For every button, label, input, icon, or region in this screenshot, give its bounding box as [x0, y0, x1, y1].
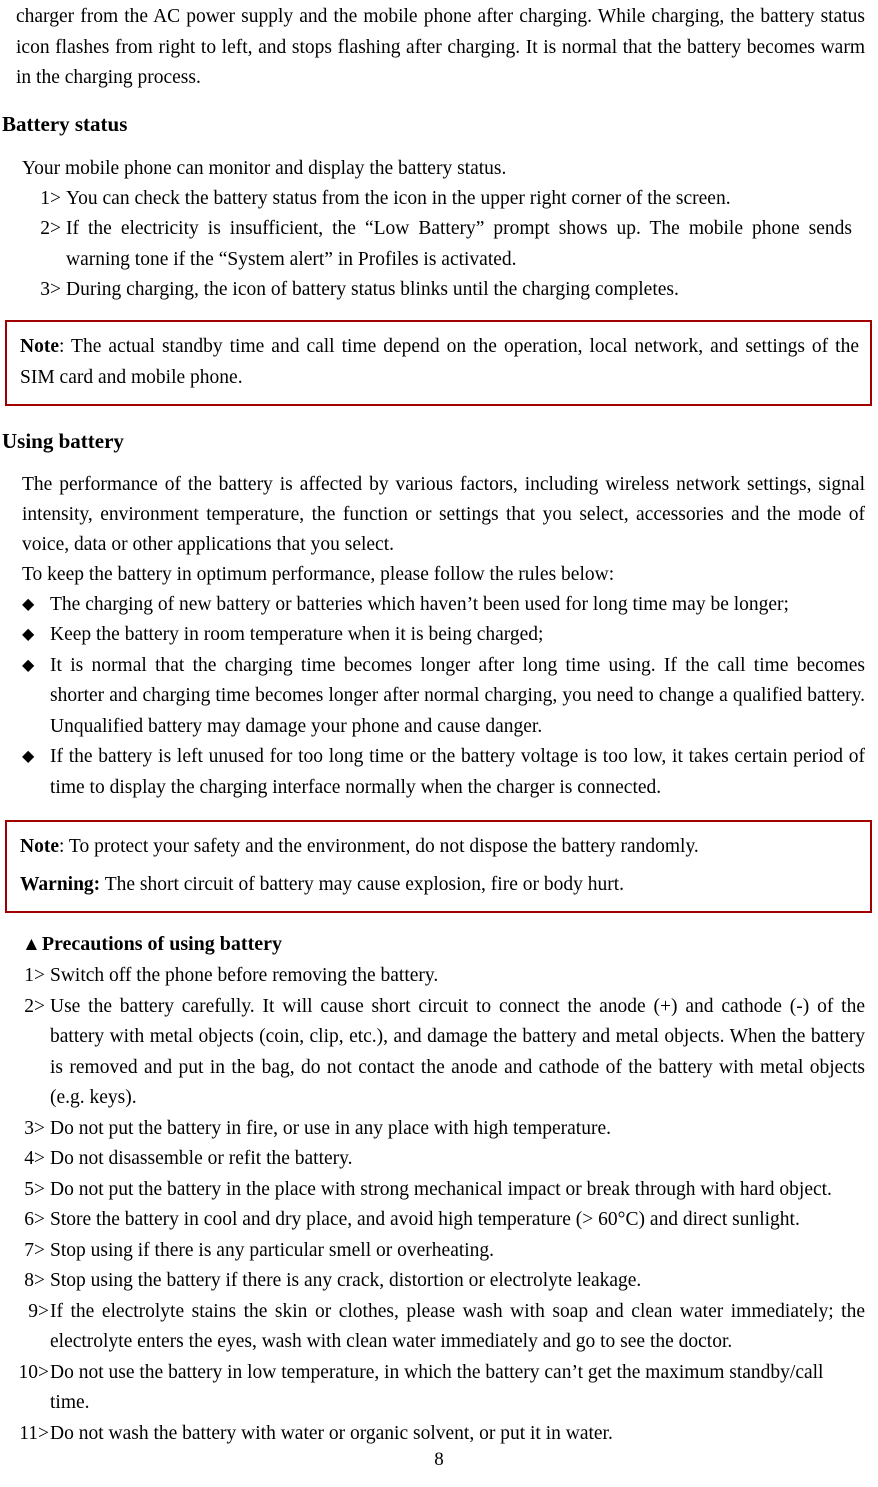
list-item: 3> During charging, the icon of battery …: [34, 275, 852, 306]
list-marker: 10>: [18, 1361, 50, 1383]
list-marker: 6>: [24, 1209, 45, 1230]
list-marker: 1>: [24, 965, 45, 986]
using-battery-paragraph-2: To keep the battery in optimum performan…: [22, 563, 615, 585]
list-marker: 11>: [19, 1422, 49, 1444]
using-battery-body: The performance of the battery is affect…: [22, 470, 865, 590]
list-text: Stop using the battery if there is any c…: [50, 1270, 642, 1291]
using-battery-bullet-list: ◆ The charging of new battery or batteri…: [22, 590, 865, 804]
list-text: The charging of new battery or batteries…: [50, 593, 789, 615]
note-paragraph: Note: To protect your safety and the env…: [20, 831, 859, 862]
list-item: 6> Store the battery in cool and dry pla…: [8, 1205, 865, 1236]
triangle-icon: ▲: [22, 934, 41, 955]
continued-paragraph: charger from the AC power supply and the…: [16, 6, 865, 88]
list-item: 10> Do not use the battery in low temper…: [8, 1358, 865, 1419]
list-marker: 8>: [24, 1270, 45, 1291]
note-lead-label: Note: [20, 335, 59, 357]
list-item: 1> You can check the battery status from…: [34, 184, 852, 215]
heading-precautions-label: Precautions of using battery: [41, 933, 282, 955]
list-text: During charging, the icon of battery sta…: [66, 279, 679, 300]
list-text: Do not use the battery in low temperatur…: [50, 1361, 824, 1414]
list-item: 11> Do not wash the battery with water o…: [8, 1419, 865, 1450]
diamond-bullet-icon: ◆: [22, 595, 35, 613]
warning-lead-label: Warning:: [20, 874, 101, 895]
heading-using-battery: Using battery: [2, 428, 124, 453]
list-item: ◆ Keep the battery in room temperature w…: [22, 620, 865, 651]
list-item: ◆ The charging of new battery or batteri…: [22, 590, 865, 621]
list-marker: 7>: [24, 1239, 45, 1261]
list-item: ◆ It is normal that the charging time be…: [22, 651, 865, 743]
list-marker: 2>: [24, 995, 45, 1017]
note-body-text: : The actual standby time and call time …: [20, 335, 859, 388]
list-item: 3> Do not put the battery in fire, or us…: [8, 1114, 865, 1145]
list-text: Do not put the battery in fire, or use i…: [50, 1117, 611, 1139]
battery-status-list: 1> You can check the battery status from…: [34, 184, 852, 306]
list-text: Do not put the battery in the place with…: [50, 1178, 832, 1200]
list-item: 8> Stop using the battery if there is an…: [8, 1266, 865, 1297]
list-item: 5> Do not put the battery in the place w…: [8, 1175, 865, 1206]
list-text: Switch off the phone before removing the…: [50, 965, 439, 986]
precautions-list: 1> Switch off the phone before removing …: [8, 961, 866, 1450]
list-item: ◆ If the battery is left unused for too …: [22, 742, 865, 803]
list-marker: 1>: [40, 187, 61, 209]
list-text: Do not wash the battery with water or or…: [50, 1422, 613, 1444]
list-marker: 5>: [24, 1178, 45, 1200]
list-item: 4> Do not disassemble or refit the batte…: [8, 1144, 865, 1175]
diamond-bullet-icon: ◆: [22, 656, 35, 674]
list-item: 7> Stop using if there is any particular…: [8, 1236, 865, 1267]
list-marker: 2>: [40, 218, 61, 239]
list-text: Do not disassemble or refit the battery.: [50, 1148, 353, 1169]
list-marker: 4>: [24, 1148, 45, 1169]
warning-body-text: The short circuit of battery may cause e…: [100, 874, 625, 895]
heading-battery-status: Battery status: [2, 111, 128, 136]
note-lead-label: Note: [20, 836, 59, 857]
list-item: 2> If the electricity is insufficient, t…: [34, 214, 852, 275]
list-item: 2> Use the battery carefully. It will ca…: [8, 992, 865, 1114]
battery-status-body: Your mobile phone can monitor and displa…: [22, 154, 865, 306]
document-page: charger from the AC power supply and the…: [0, 0, 878, 1487]
list-text: Stop using if there is any particular sm…: [50, 1239, 495, 1261]
note-box-safety-warning: Note: To protect your safety and the env…: [5, 820, 872, 913]
using-battery-paragraph-1: The performance of the battery is affect…: [22, 473, 865, 555]
list-text: If the battery is left unused for too lo…: [50, 746, 865, 798]
list-marker: 3>: [24, 1117, 45, 1139]
list-item: 1> Switch off the phone before removing …: [8, 961, 865, 992]
page-number: 8: [434, 1449, 444, 1470]
list-text: If the electrolyte stains the skin or cl…: [50, 1300, 865, 1353]
list-text: You can check the battery status from th…: [66, 187, 731, 209]
note-body-text: : To protect your safety and the environ…: [58, 836, 699, 857]
battery-status-intro: Your mobile phone can monitor and displa…: [22, 157, 507, 179]
diamond-bullet-icon: ◆: [22, 626, 35, 643]
note-paragraph: Note: The actual standby time and call t…: [20, 331, 859, 393]
list-marker: 9>: [28, 1300, 49, 1322]
list-text: Use the battery carefully. It will cause…: [50, 995, 865, 1109]
diamond-bullet-icon: ◆: [22, 748, 35, 765]
list-text: If the electricity is insufficient, the …: [66, 218, 852, 270]
heading-precautions: ▲ Precautions of using battery: [22, 931, 878, 957]
note-box-standby-time: Note: The actual standby time and call t…: [5, 319, 872, 406]
warning-paragraph: Warning: The short circuit of battery ma…: [20, 869, 859, 900]
list-text: Store the battery in cool and dry place,…: [50, 1209, 800, 1230]
list-text: It is normal that the charging time beco…: [50, 654, 865, 737]
list-marker: 3>: [40, 279, 61, 300]
list-text: Keep the battery in room temperature whe…: [50, 624, 544, 645]
list-item: 9> If the electrolyte stains the skin or…: [8, 1297, 865, 1358]
